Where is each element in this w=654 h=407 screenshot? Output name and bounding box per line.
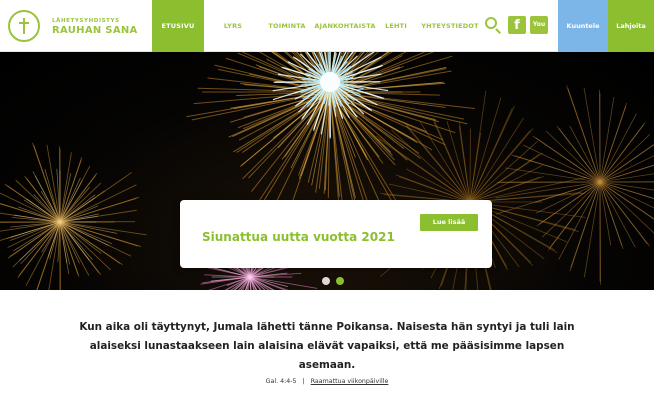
- facebook-icon[interactable]: f: [508, 16, 526, 34]
- listen-button[interactable]: Kuuntele: [558, 0, 608, 52]
- verse-text: Kun aika oli täyttynyt, Jumala lähetti t…: [79, 321, 575, 371]
- site-logo[interactable]: LÄHETYSYHDISTYS RAUHAN SANA: [8, 10, 148, 44]
- reference-separator: |: [302, 378, 305, 385]
- verse-reference: Gal. 4:4-5: [265, 378, 297, 385]
- logo-title: RAUHAN SANA: [52, 25, 138, 36]
- nav-item-etusivu[interactable]: ETUSIVU: [152, 0, 204, 52]
- slider-dot-2[interactable]: [336, 277, 344, 285]
- logo-subtitle: LÄHETYSYHDISTYS: [52, 18, 120, 24]
- nav-item-yhteystiedot[interactable]: YHTEYSTIEDOT: [418, 0, 482, 52]
- nav-item-toiminta[interactable]: TOIMINTA: [264, 0, 310, 52]
- bible-weekdays-link[interactable]: Raamattua viikonpäiville: [311, 378, 389, 385]
- nav-item-lyrs[interactable]: LYRS: [216, 0, 250, 52]
- read-more-button[interactable]: Lue lisää: [420, 214, 478, 231]
- donate-button[interactable]: Lahjoita: [608, 0, 654, 52]
- youtube-icon[interactable]: You: [530, 16, 548, 34]
- search-icon[interactable]: [484, 16, 502, 34]
- slider-dot-1[interactable]: [322, 277, 330, 285]
- hero-title: Siunattua uutta vuotta 2021: [202, 230, 395, 244]
- nav-item-ajankohtaista[interactable]: AJANKOHTAISTA: [314, 0, 376, 52]
- nav-item-lehti[interactable]: LEHTI: [382, 0, 410, 52]
- cross-logo-icon: [8, 10, 40, 42]
- verse-reference-row: Gal. 4:4-5 | Raamattua viikonpäiville: [0, 378, 654, 385]
- slider-dots: [318, 277, 358, 287]
- site-header: LÄHETYSYHDISTYS RAUHAN SANA ETUSIVU LYRS…: [0, 0, 654, 52]
